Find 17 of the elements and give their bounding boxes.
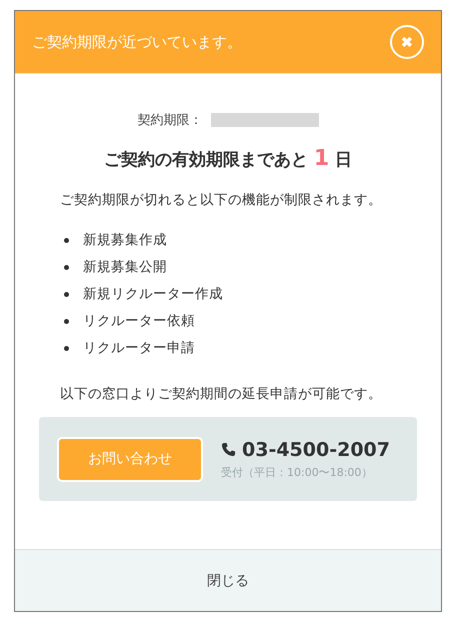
close-button[interactable]: ✖ bbox=[390, 25, 424, 59]
intro-text: ご契約期限が切れると以下の機能が制限されます。 bbox=[60, 191, 383, 209]
headline-text: ご契約の有効期限まであと bbox=[104, 149, 308, 171]
note-text: 以下の窓口よりご契約期間の延長申請が可能です。 bbox=[60, 385, 383, 403]
feature-item: 新規募集作成 bbox=[83, 231, 167, 249]
headline-text: 日 bbox=[335, 149, 352, 171]
close-button[interactable]: 閉じる bbox=[201, 570, 255, 590]
deadline-label: 契約期限： bbox=[138, 112, 202, 129]
feature-item: 新規リクルーター作成 bbox=[83, 285, 223, 303]
dialog-title: ご契約期限が近づいています。 bbox=[32, 32, 242, 52]
feature-item: 新規募集公開 bbox=[83, 258, 167, 276]
hours-text: 受付（平日：10:00〜18:00） bbox=[221, 464, 374, 480]
contact-button[interactable]: お問い合わせ bbox=[57, 436, 203, 482]
day-count: 1 bbox=[314, 146, 330, 171]
feature-item: リクルーター申請 bbox=[83, 339, 195, 357]
phone-number: 03-4500-2007 bbox=[242, 438, 390, 460]
feature-item: リクルーター依頼 bbox=[83, 312, 195, 330]
